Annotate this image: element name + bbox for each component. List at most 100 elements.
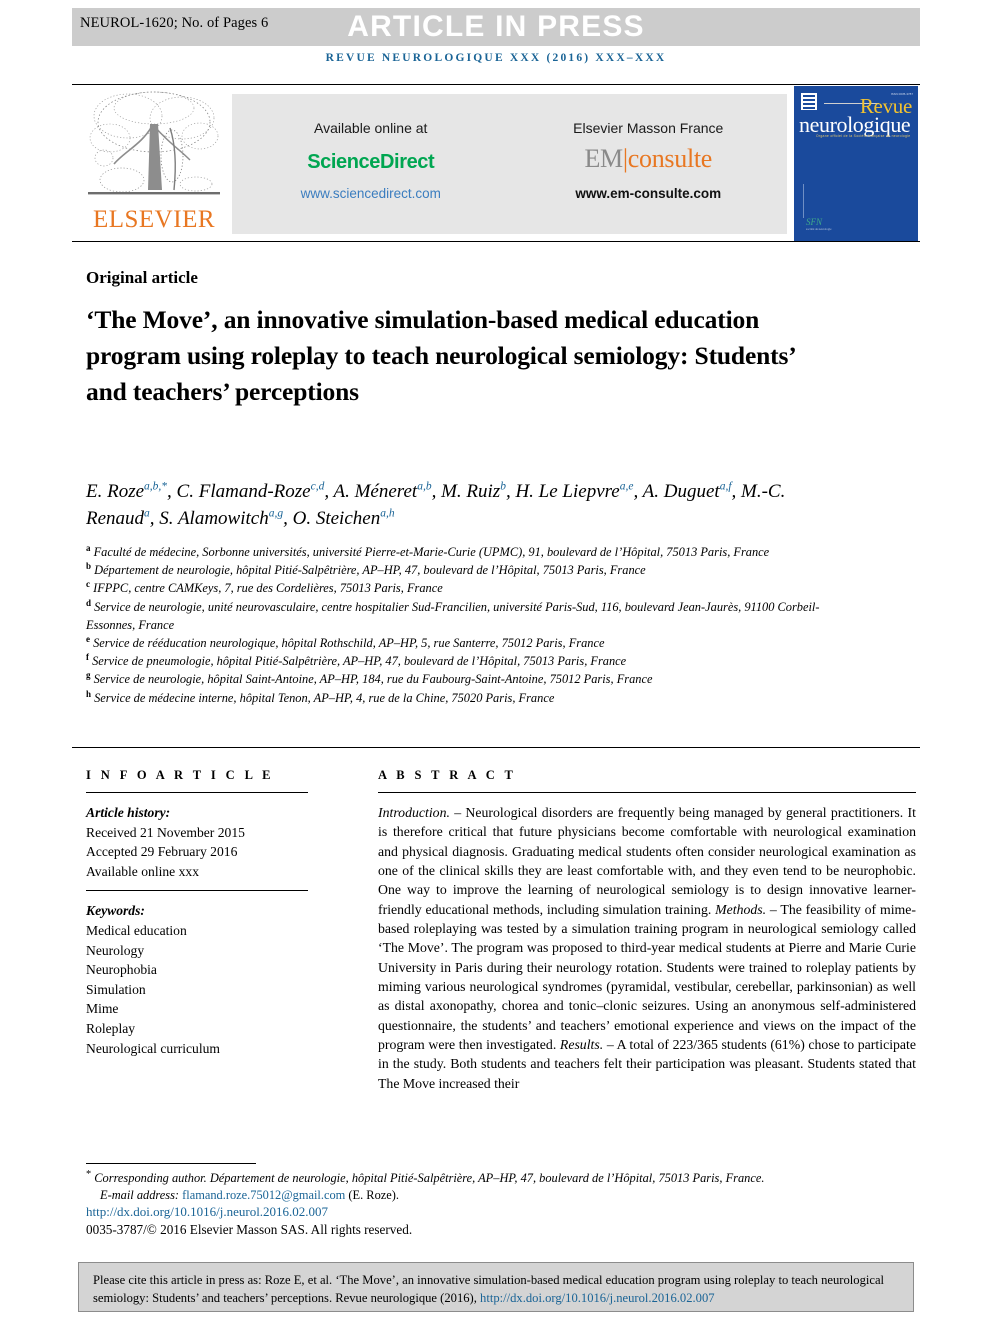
article-history-item: Accepted 29 February 2016: [86, 844, 238, 860]
info-rule-mid: [86, 890, 308, 892]
keyword-item: Simulation: [86, 981, 146, 997]
article-code-label: NEUROL-1620; No. of Pages 6: [80, 15, 269, 31]
author-affiliation-marker: a,g: [268, 507, 284, 520]
online-availability-box: Available online at ScienceDirect www.sc…: [232, 94, 787, 234]
article-history-item: Available online xxx: [86, 863, 199, 879]
doi-link[interactable]: http://dx.doi.org/10.1016/j.neurol.2016.…: [86, 1204, 328, 1220]
affiliation-item: b Département de neurologie, hôpital Pit…: [86, 561, 646, 578]
affiliation-marker: g: [86, 670, 91, 681]
cover-spine-line: [803, 184, 804, 218]
author-name: M. Ruizb: [441, 480, 506, 502]
author-affiliation-marker: a,b,*: [144, 480, 168, 493]
affiliation-marker: b: [86, 561, 92, 572]
elsevier-masson-label: Elsevier Masson France: [573, 120, 724, 136]
abstract-section-label: Introduction.: [378, 805, 450, 820]
publisher-logo-strip: ELSEVIER Available online at ScienceDire…: [72, 84, 920, 241]
abstract-section: Methods. – The feasibility of mime-based…: [378, 901, 916, 1053]
corresponding-author-text: Corresponding author. Département de neu…: [94, 1171, 765, 1185]
sciencedirect-url[interactable]: www.sciencedirect.com: [232, 186, 510, 201]
page-title: ‘The Move’, an innovative simulation-bas…: [86, 305, 795, 406]
emconsulte-logo: EM|consulte: [510, 146, 788, 172]
affiliation-item: c IFPPC, centre CAMKeys, 7, rue des Cord…: [86, 579, 443, 596]
author-name: A. Ménereta,b: [333, 480, 432, 502]
author-name: A. Dugueta,f: [642, 480, 732, 502]
cite-article-text: Please cite this article in press as: Ro…: [93, 1271, 901, 1307]
article-first-page: ARTICLE IN PRESS NEUROL-1620; No. of Pag…: [0, 0, 992, 1323]
affiliation-marker: f: [86, 652, 89, 663]
article-history-item: Received 21 November 2015: [86, 824, 245, 840]
sciencedirect-block: Available online at ScienceDirect www.sc…: [232, 94, 510, 234]
abstract-section-label: Methods.: [715, 901, 767, 917]
journal-cover-thumbnail: ISSN 0035-3787 Revue neurologique Organe…: [794, 86, 918, 241]
abstract-section: Introduction. – Neurological disorders a…: [378, 805, 916, 917]
abstract-heading: A B S T R A C T: [378, 768, 517, 782]
copyright-line: 0035-3787/© 2016 Elsevier Masson SAS. Al…: [86, 1222, 413, 1237]
author-name: S. Alamowitcha,g: [159, 507, 284, 529]
keywords-items: Medical education Neurology Neurophobia Sim…: [86, 921, 318, 1058]
author-affiliation-marker: a,e: [619, 480, 634, 493]
article-in-press-banner: ARTICLE IN PRESS NEUROL-1620; No. of Pag…: [72, 8, 920, 46]
author-name: E. Rozea,b,*: [86, 480, 168, 502]
email-owner: (E. Roze).: [348, 1188, 399, 1203]
cite-article-box: Please cite this article in press as: Ro…: [78, 1262, 914, 1312]
keyword-item: Roleplay: [86, 1020, 136, 1036]
author-affiliation-marker: a,b: [417, 480, 432, 493]
affiliation-marker: c: [86, 579, 90, 590]
author-name: C. Flamand-Rozec,d: [176, 480, 325, 502]
cite-article-doi-link[interactable]: http://dx.doi.org/10.1016/j.neurol.2016.…: [480, 1291, 715, 1305]
affiliation-item: h Service de médecine interne, hôpital T…: [86, 688, 555, 705]
author-list: E. Rozea,b,*, C. Flamand-Rozec,d, A. Mén…: [86, 480, 786, 529]
available-online-label: Available online at: [314, 120, 428, 136]
info-article-heading: I N F O A R T I C L E: [86, 768, 274, 782]
info-rule-top: [86, 792, 308, 793]
author-affiliation-marker: a,f: [719, 480, 732, 493]
divider-below-logos: [72, 241, 920, 242]
affiliation-marker: a: [86, 542, 91, 553]
author-affiliation-marker: a,h: [380, 507, 395, 520]
affiliation-item: g Service de neurologie, hôpital Saint-A…: [86, 670, 653, 687]
author-name: H. Le Liepvrea,e: [515, 480, 634, 502]
email-label: E-mail address:: [100, 1188, 180, 1203]
abstract-text: Introduction. – Neurological disorders a…: [378, 803, 916, 1093]
affiliation-marker: h: [86, 688, 92, 699]
corresponding-marker: *: [86, 1168, 92, 1180]
footnote-block: * Corresponding author. Département de n…: [86, 1168, 916, 1204]
keyword-item: Neurology: [86, 942, 145, 958]
affiliation-marker: d: [86, 597, 92, 608]
info-article-column: I N F O A R T I C L E Article history: R…: [86, 768, 318, 1058]
affiliation-item: a Faculté de médecine, Sorbonne universi…: [86, 542, 770, 559]
keyword-item: Medical education: [86, 922, 187, 938]
journal-citation-line: REVUE NEUROLOGIQUE XXX (2016) XXX–XXX: [325, 52, 667, 64]
keywords-block: Keywords: Medical education Neurology Neur…: [86, 901, 318, 1058]
abstract-rule: [378, 792, 916, 793]
affiliation-item: e Service de rééducation neurologique, h…: [86, 633, 605, 651]
elsevier-tree-icon: [84, 86, 224, 208]
footnote-rule: [86, 1163, 256, 1164]
email-note: E-mail address: flamand.roze.75012@gmail…: [86, 1187, 916, 1204]
abstract-column: A B S T R A C T Introduction. – Neurolog…: [378, 768, 916, 1093]
author-name: O. Steichena,h: [292, 507, 395, 529]
elsevier-mark-icon: [801, 93, 817, 110]
corresponding-author-note: * Corresponding author. Département de n…: [86, 1168, 916, 1187]
author-affiliation-marker: a: [144, 507, 150, 520]
keyword-item: Neurophobia: [86, 962, 157, 978]
email-link[interactable]: flamand.roze.75012@gmail.com: [182, 1188, 345, 1202]
cover-society-logo: SFN société de neurologie: [806, 217, 832, 231]
article-history-block: Article history: Received 21 November 20…: [86, 803, 318, 881]
elsevier-wordmark: ELSEVIER: [92, 206, 216, 233]
affiliation-marker: e: [86, 633, 90, 644]
article-history-label: Article history:: [86, 805, 171, 820]
emconsulte-url[interactable]: www.em-consulte.com: [510, 186, 788, 201]
em-suffix: consulte: [627, 144, 713, 173]
sciencedirect-wordmark: ScienceDirect: [307, 151, 435, 173]
affiliation-item: f Service de pneumologie, hôpital Pitié-…: [86, 652, 627, 669]
abstract-section-label: Results.: [559, 1037, 604, 1053]
affiliation-item: d Service de neurologie, unité neurovasc…: [86, 597, 820, 632]
keywords-label: Keywords:: [86, 903, 145, 919]
author-affiliation-marker: c,d: [310, 480, 325, 493]
keyword-item: Neurological curriculum: [86, 1040, 220, 1056]
elsevier-logo: ELSEVIER: [84, 86, 224, 241]
sciencedirect-logo: ScienceDirect: [232, 151, 510, 174]
author-affiliation-marker: b: [500, 480, 506, 493]
keyword-item: Mime: [86, 1001, 119, 1017]
